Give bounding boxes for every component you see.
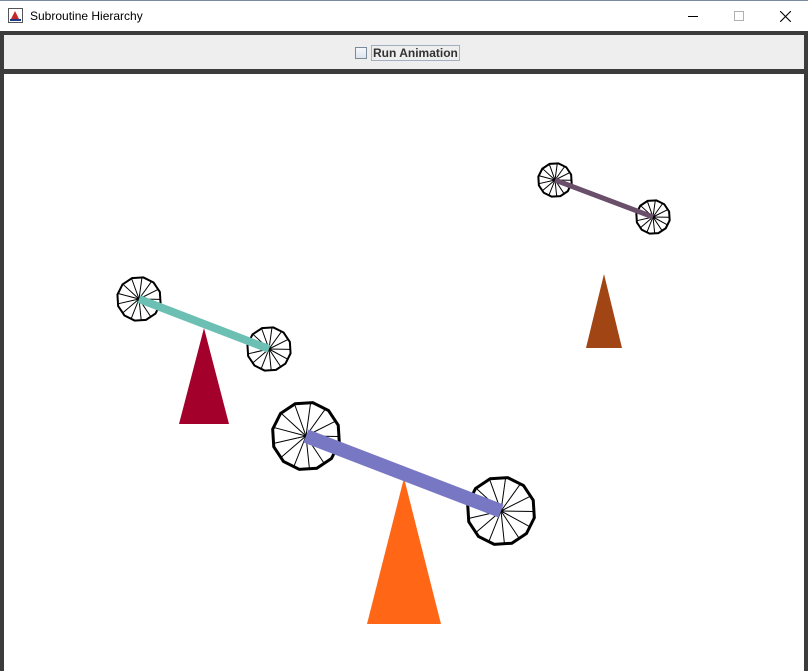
maximize-button[interactable]	[716, 1, 762, 31]
close-button[interactable]	[762, 1, 808, 31]
scene-drawing	[116, 162, 671, 624]
seesaw-small	[537, 162, 671, 348]
minimize-button[interactable]	[670, 1, 716, 31]
control-panel: Run Animation	[4, 35, 804, 69]
seesaw-base	[586, 274, 622, 348]
seesaw-medium	[116, 276, 292, 424]
close-icon	[779, 10, 791, 22]
checkbox-box[interactable]	[355, 47, 367, 59]
java-app-icon	[8, 8, 23, 23]
maximize-icon	[734, 11, 744, 21]
run-animation-checkbox[interactable]: Run Animation	[355, 45, 460, 61]
seesaw-base	[179, 328, 229, 424]
wheel-spoke	[500, 510, 535, 513]
animation-canvas	[4, 74, 804, 671]
seesaw-bar	[554, 177, 654, 220]
app-window: Subroutine Hierarchy Run Animation	[0, 0, 808, 671]
title-bar: Subroutine Hierarchy	[0, 0, 808, 31]
window-title: Subroutine Hierarchy	[30, 9, 143, 23]
run-animation-label: Run Animation	[371, 45, 460, 61]
minimize-icon	[688, 16, 698, 17]
seesaw-large	[271, 401, 536, 624]
seesaw-base	[367, 478, 441, 624]
